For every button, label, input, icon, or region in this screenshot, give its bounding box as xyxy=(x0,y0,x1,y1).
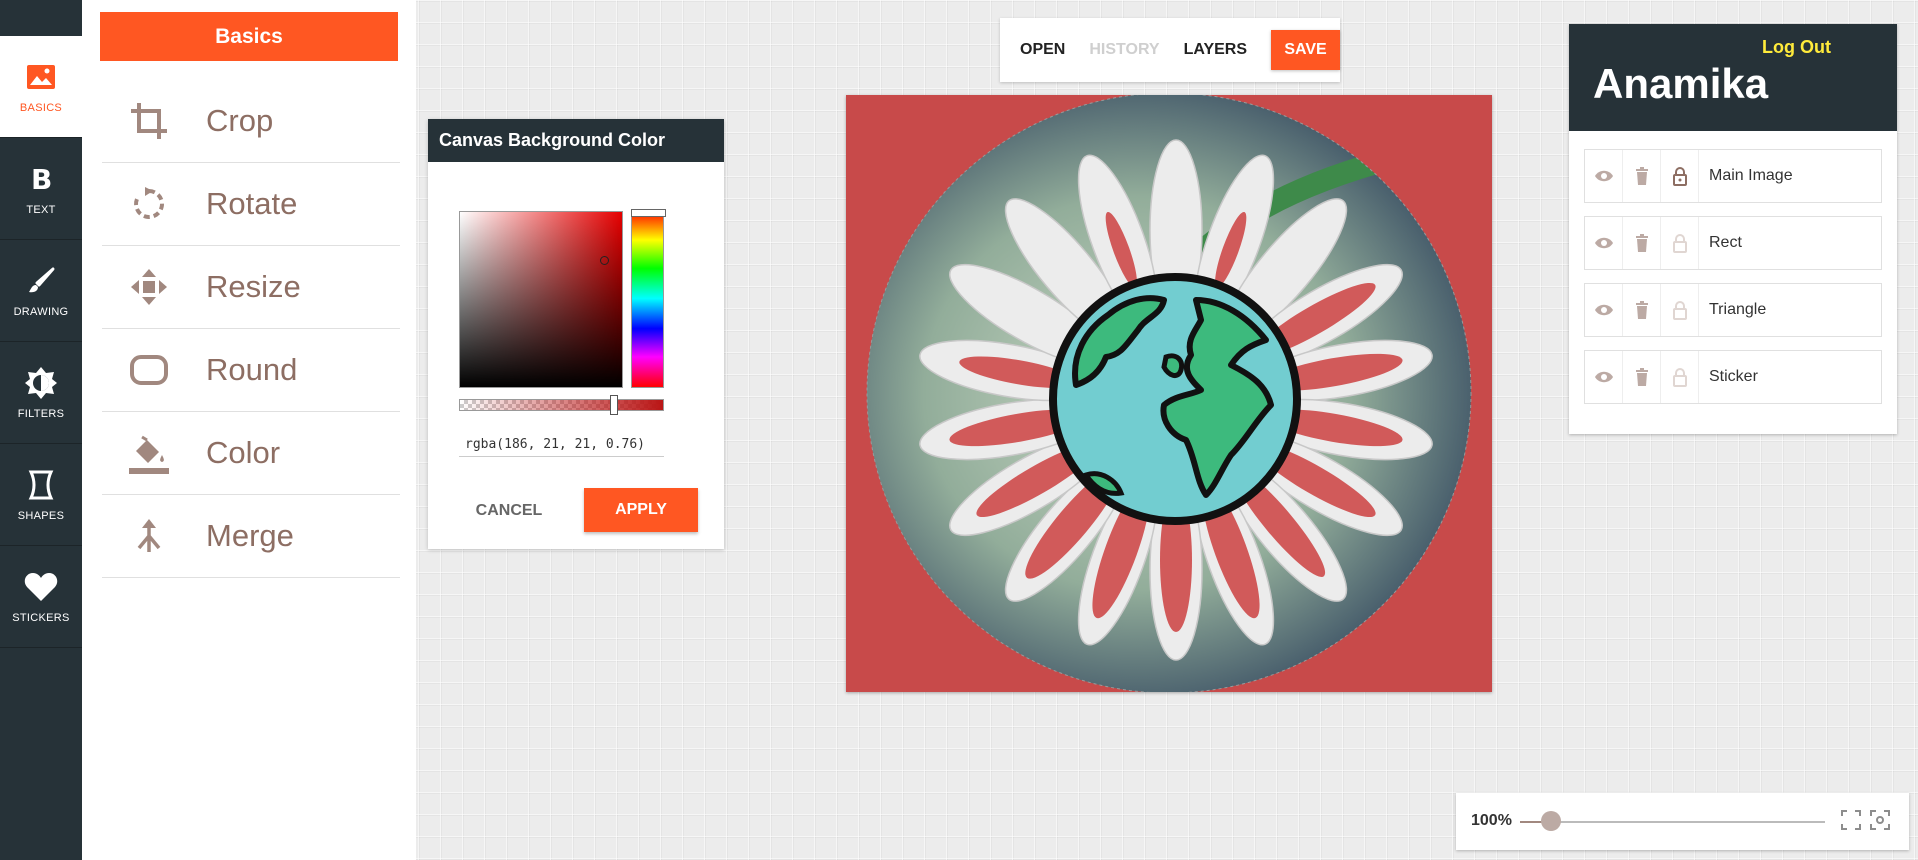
color-value-input[interactable]: rgba(186, 21, 21, 0.76) xyxy=(459,429,664,457)
save-button[interactable]: SAVE xyxy=(1271,30,1340,70)
nav-item-text[interactable]: B TEXT xyxy=(0,138,82,240)
tool-list: Crop Rotate Resize Round Color Merge xyxy=(102,80,400,578)
rounded-rect-icon xyxy=(124,345,174,395)
layer-name: Rect xyxy=(1709,234,1742,251)
trash-icon[interactable] xyxy=(1623,284,1661,336)
dialog-title: Canvas Background Color xyxy=(428,119,724,162)
tool-crop[interactable]: Crop xyxy=(102,80,400,163)
cancel-button[interactable]: CANCEL xyxy=(470,490,548,532)
earth-sticker[interactable] xyxy=(1049,273,1301,525)
canvas-artwork xyxy=(866,95,1472,692)
rotate-icon xyxy=(124,179,174,229)
layer-row[interactable]: Sticker xyxy=(1584,350,1882,404)
fit-screen-icon[interactable] xyxy=(1840,809,1862,831)
saturation-value-picker[interactable] xyxy=(459,211,623,388)
unlock-icon[interactable] xyxy=(1661,284,1699,336)
layer-list: Main Image Rect Triangle Sticker xyxy=(1569,131,1897,404)
nav-label: FILTERS xyxy=(17,407,65,420)
heart-icon xyxy=(24,570,58,604)
layer-name: Main Image xyxy=(1709,167,1793,184)
lock-icon[interactable] xyxy=(1661,150,1699,202)
nav-item-drawing[interactable]: DRAWING xyxy=(0,240,82,342)
tool-label: Color xyxy=(206,435,281,470)
editor-canvas[interactable] xyxy=(846,95,1492,692)
basics-title: Basics xyxy=(100,12,398,61)
tool-label: Resize xyxy=(206,269,301,304)
tool-rotate[interactable]: Rotate xyxy=(102,163,400,246)
paint-bucket-icon xyxy=(124,428,174,478)
tool-resize[interactable]: Resize xyxy=(102,246,400,329)
merge-icon xyxy=(124,511,174,561)
zoom-slider[interactable] xyxy=(1520,811,1825,831)
alpha-handle[interactable] xyxy=(610,395,619,415)
trash-icon[interactable] xyxy=(1623,351,1661,403)
layer-row[interactable]: Triangle xyxy=(1584,283,1882,337)
color-cursor[interactable] xyxy=(600,256,609,265)
tool-round[interactable]: Round xyxy=(102,329,400,412)
tool-label: Rotate xyxy=(206,186,298,221)
open-button[interactable]: OPEN xyxy=(1020,41,1065,59)
tool-merge[interactable]: Merge xyxy=(102,495,400,578)
zoom-panel: 100% xyxy=(1456,793,1909,850)
zoom-slider-thumb[interactable] xyxy=(1540,811,1561,831)
alpha-slider[interactable] xyxy=(459,395,664,415)
basics-panel: Basics Crop Rotate Resize Round Color Me… xyxy=(82,0,416,860)
unlock-icon[interactable] xyxy=(1661,217,1699,269)
hue-slider[interactable] xyxy=(631,209,666,388)
history-button[interactable]: HISTORY xyxy=(1089,41,1159,59)
eye-icon[interactable] xyxy=(1585,217,1623,269)
nav-item-filters[interactable]: FILTERS xyxy=(0,342,82,444)
apply-button[interactable]: APPLY xyxy=(584,488,698,532)
eye-icon[interactable] xyxy=(1585,284,1623,336)
tool-label: Merge xyxy=(206,518,294,553)
shape-icon xyxy=(24,468,58,502)
tool-label: Crop xyxy=(206,103,274,138)
tool-color[interactable]: Color xyxy=(102,412,400,495)
eye-icon[interactable] xyxy=(1585,351,1623,403)
layer-name: Triangle xyxy=(1709,301,1767,318)
bold-icon: B xyxy=(24,162,58,196)
image-icon xyxy=(24,60,58,94)
logout-link[interactable]: Log Out xyxy=(1762,37,1831,58)
eye-icon[interactable] xyxy=(1585,150,1623,202)
trash-icon[interactable] xyxy=(1623,150,1661,202)
nav-label: SHAPES xyxy=(17,509,65,522)
nav-label: TEXT xyxy=(26,203,56,216)
top-toolbar: OPEN HISTORY LAYERS SAVE xyxy=(1000,18,1340,82)
nav-label: STICKERS xyxy=(12,611,70,624)
nav-label: DRAWING xyxy=(13,305,69,318)
trash-icon[interactable] xyxy=(1623,217,1661,269)
nav-label: BASICS xyxy=(19,101,63,114)
layers-button[interactable]: LAYERS xyxy=(1184,41,1247,59)
canvas-background-color-dialog: Canvas Background Color rgba(186, 21, 21… xyxy=(428,119,724,549)
layer-name: Sticker xyxy=(1709,368,1758,385)
svg-text:B: B xyxy=(31,165,52,193)
tool-label: Round xyxy=(206,352,298,387)
crop-icon xyxy=(124,96,174,146)
nav-item-basics[interactable]: BASICS xyxy=(0,36,82,138)
layer-row[interactable]: Rect xyxy=(1584,216,1882,270)
zoom-level: 100% xyxy=(1471,812,1512,829)
nav-top-spacer xyxy=(0,0,82,36)
user-header: Log Out Anamika xyxy=(1569,24,1897,131)
username: Anamika xyxy=(1593,60,1769,107)
unlock-icon[interactable] xyxy=(1661,351,1699,403)
left-nav: BASICS B TEXT DRAWING FILTERS SHAPES STI… xyxy=(0,0,82,860)
nav-item-stickers[interactable]: STICKERS xyxy=(0,546,82,648)
layer-row[interactable]: Main Image xyxy=(1584,149,1882,203)
user-layers-panel: Log Out Anamika Main Image Rect Triangle… xyxy=(1569,24,1897,434)
move-icon xyxy=(124,262,174,312)
brightness-icon xyxy=(24,366,58,400)
nav-item-shapes[interactable]: SHAPES xyxy=(0,444,82,546)
brush-icon xyxy=(24,264,58,298)
fullscreen-icon[interactable] xyxy=(1869,809,1891,831)
